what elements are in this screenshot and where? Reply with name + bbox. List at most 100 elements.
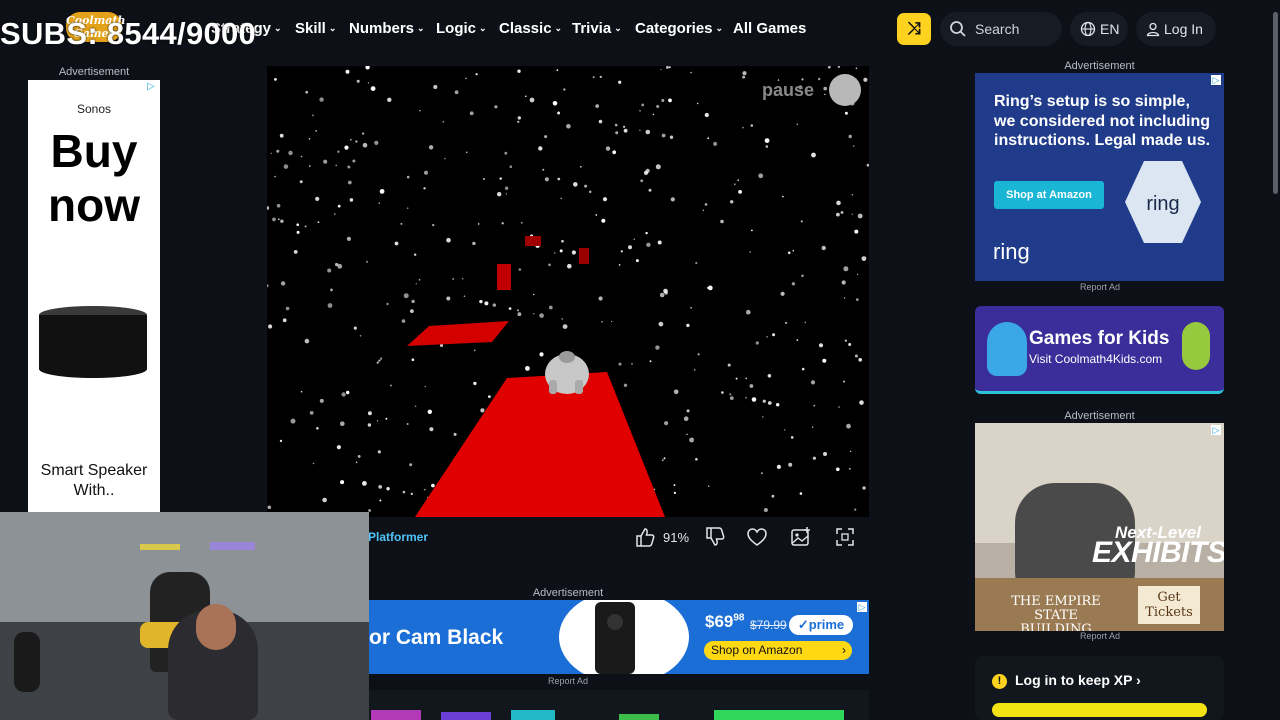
games-for-kids-promo[interactable]: Games for Kids Visit Coolmath4Kids.com <box>975 306 1224 394</box>
star <box>767 374 772 378</box>
star <box>649 360 652 363</box>
star <box>492 303 496 307</box>
star <box>300 390 303 393</box>
get-tickets-button[interactable]: Get Tickets <box>1138 586 1200 624</box>
star <box>686 409 690 413</box>
login-button[interactable]: Log In <box>1136 12 1216 46</box>
star <box>367 411 372 416</box>
thumbs-down-icon[interactable] <box>704 526 726 548</box>
chevron-down-icon: ⌄ <box>715 23 724 33</box>
star <box>299 180 303 184</box>
star <box>844 111 848 115</box>
star <box>484 301 489 306</box>
star <box>792 249 795 252</box>
fullscreen-icon[interactable] <box>834 526 856 548</box>
search-input[interactable]: Search <box>940 12 1062 46</box>
star <box>516 309 520 312</box>
adchoices-icon[interactable]: ▷ <box>147 82 157 92</box>
nav-label: Numbers <box>349 20 415 37</box>
star <box>362 142 368 148</box>
star <box>729 396 734 400</box>
heart-icon[interactable] <box>746 526 768 548</box>
star <box>409 463 413 467</box>
star <box>429 427 434 432</box>
star <box>697 353 700 356</box>
nav-all-games[interactable]: All Games <box>733 20 806 37</box>
star <box>561 239 564 243</box>
ad-old-price: $79.99 <box>750 618 787 632</box>
game-canvas[interactable] <box>267 66 869 517</box>
ring-ad-banner[interactable]: Ring’s setup is so simple, we considered… <box>975 73 1224 281</box>
thumbs-up-icon[interactable] <box>634 526 656 548</box>
xp-login-button[interactable] <box>992 703 1207 717</box>
empire-state-ad-banner[interactable]: Next-Level EXHIBITS THE EMPIRE STATE BUI… <box>975 423 1224 631</box>
star <box>694 369 696 371</box>
adchoices-icon[interactable]: ▷ <box>857 602 867 612</box>
star <box>469 111 474 116</box>
bottom-ad-banner[interactable]: or Cam Black $6998 $79.99 ✓prime Shop on… <box>369 600 869 674</box>
star <box>538 146 543 151</box>
star <box>477 223 480 225</box>
star <box>799 492 803 495</box>
shop-on-amazon-button[interactable]: Shop on Amazon › <box>704 641 852 660</box>
nav-skill[interactable]: Skill ⌄ <box>295 20 336 37</box>
star <box>509 165 513 168</box>
star <box>810 380 816 385</box>
chevron-right-icon: › <box>1136 672 1141 688</box>
left-ad-banner[interactable]: ▷ Sonos Buy now Smart Speaker With.. <box>28 80 160 512</box>
shop-at-amazon-button[interactable]: Shop at Amazon <box>994 181 1104 209</box>
adchoices-icon[interactable]: ▷ <box>1211 425 1221 435</box>
star <box>729 393 732 396</box>
star <box>822 358 827 363</box>
star <box>737 179 739 181</box>
star <box>362 481 367 486</box>
star <box>584 184 588 188</box>
image-add-icon[interactable] <box>790 526 812 548</box>
star <box>386 487 390 491</box>
xp-cta[interactable]: Log in to keep XP › <box>1015 672 1141 688</box>
game-category-link[interactable]: Platformer <box>368 530 428 544</box>
star <box>380 357 383 360</box>
star <box>823 86 827 91</box>
star <box>319 97 324 102</box>
report-ad-link[interactable]: Report Ad <box>1080 282 1120 292</box>
report-ad-link[interactable]: Report Ad <box>1080 631 1120 641</box>
login-label: Log In <box>1164 21 1203 37</box>
star <box>347 180 352 185</box>
star <box>837 66 841 68</box>
streamer-face <box>196 604 236 650</box>
star <box>598 296 603 301</box>
star <box>788 462 793 467</box>
star <box>704 112 709 118</box>
nav-logic[interactable]: Logic ⌄ <box>436 20 487 37</box>
alien-mascot-icon <box>1182 322 1210 370</box>
report-ad-link[interactable]: Report Ad <box>548 676 588 686</box>
star <box>571 250 576 255</box>
page-scrollbar[interactable] <box>1271 0 1280 720</box>
star <box>673 484 676 487</box>
nav-numbers[interactable]: Numbers ⌄ <box>349 20 425 37</box>
star <box>401 319 406 323</box>
star <box>288 150 293 156</box>
shuffle-button[interactable]: ⤨ <box>897 13 931 45</box>
star <box>414 405 417 408</box>
pause-button[interactable] <box>829 74 861 106</box>
language-selector[interactable]: EN <box>1070 12 1128 46</box>
pause-button-label[interactable]: pause <box>762 80 814 101</box>
star <box>843 297 846 299</box>
star <box>308 165 311 167</box>
login-xp-card[interactable]: ! Log in to keep XP › <box>975 656 1224 720</box>
neon-sign <box>210 542 255 550</box>
star <box>595 214 598 216</box>
star <box>423 488 426 491</box>
star <box>525 95 527 98</box>
nav-trivia[interactable]: Trivia ⌄ <box>572 20 622 37</box>
adchoices-icon[interactable]: ▷ <box>1211 75 1221 85</box>
star <box>542 168 545 171</box>
scrollbar-thumb[interactable] <box>1273 12 1278 194</box>
star <box>758 173 764 179</box>
nav-categories[interactable]: Categories ⌄ <box>635 20 723 37</box>
nav-classic[interactable]: Classic ⌄ <box>499 20 562 37</box>
star <box>337 150 340 153</box>
promo-subtitle: Visit Coolmath4Kids.com <box>1029 352 1163 366</box>
